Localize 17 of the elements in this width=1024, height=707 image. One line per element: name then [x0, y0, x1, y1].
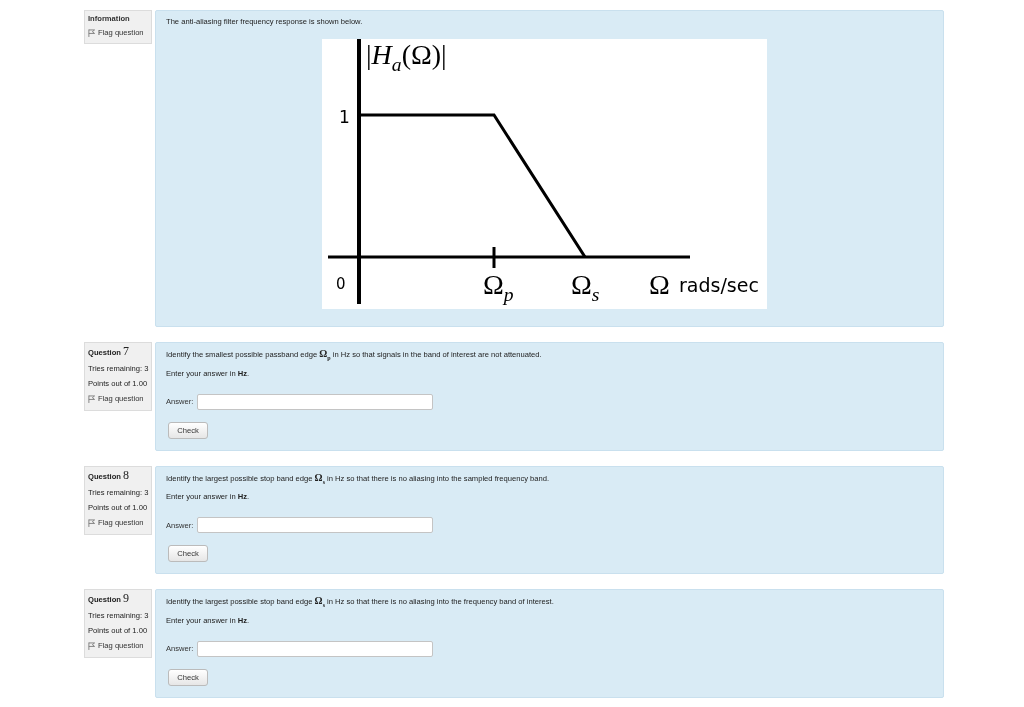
question-number: 8	[122, 468, 129, 481]
answer-field[interactable]	[197, 393, 434, 410]
origin-label: 0	[336, 277, 346, 292]
flag-icon	[88, 518, 95, 527]
question-number: 9	[122, 592, 129, 605]
flag-icon	[88, 642, 95, 651]
answer-field[interactable]	[197, 640, 434, 657]
x-axis-symbol: Ω	[649, 271, 670, 299]
answer-field[interactable]	[197, 517, 434, 534]
y-axis-label: |H$_{a}$(Ω)|	[366, 41, 447, 75]
y-tick-label: 1	[339, 109, 350, 126]
flag-icon	[88, 395, 95, 403]
flag-icon	[88, 29, 95, 37]
x-mark-label: Ω$_{s}$	[571, 271, 600, 305]
x-mark-label: Ω$_{p}$	[483, 271, 514, 305]
x-axis-unit: rads/sec	[679, 276, 759, 295]
question-number: 7	[122, 345, 129, 357]
